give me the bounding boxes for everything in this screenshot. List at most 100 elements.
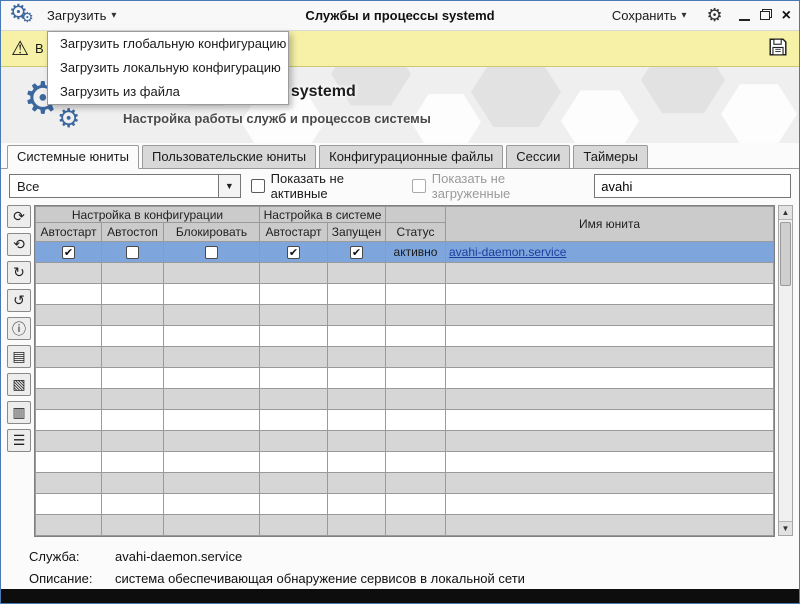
chevron-down-icon: ▾	[111, 10, 116, 21]
side-toolbar: ⟳ ⟲ ↻ ↺ ⓘ ▤ ▧ ▥ ☰	[7, 205, 31, 452]
table-row-empty	[36, 389, 774, 410]
column-header-block[interactable]: Блокировать	[164, 223, 260, 242]
table-row-empty	[36, 347, 774, 368]
tab-sessions[interactable]: Сессии	[506, 145, 570, 169]
checkbox-icon[interactable]: ✔	[62, 246, 75, 259]
group-header-system[interactable]: Настройка в системе	[260, 207, 386, 223]
undo-icon: ↺	[13, 292, 25, 309]
scroll-up-icon[interactable]: ▲	[779, 206, 792, 220]
checkbox-icon[interactable]	[412, 179, 426, 193]
menu-item-load-global[interactable]: Загрузить глобальную конфигурацию	[48, 32, 288, 56]
refresh-icon: ⟳	[13, 208, 25, 225]
vertical-scrollbar[interactable]: ▲ ▼	[778, 205, 793, 536]
checkbox-icon[interactable]	[205, 246, 218, 259]
file-icon: ▤	[12, 348, 25, 365]
info-icon: ⓘ	[12, 319, 26, 339]
table-row-empty	[36, 515, 774, 536]
tab-system-units[interactable]: Системные юниты	[7, 145, 139, 169]
window-controls: ×	[739, 10, 791, 21]
filter-combobox[interactable]: Все ▼	[9, 174, 241, 198]
search-input[interactable]	[594, 174, 791, 198]
unit-link[interactable]: avahi-daemon.service	[449, 245, 566, 259]
column-header-autostart-config[interactable]: Автостарт	[36, 223, 102, 242]
reload-service-button[interactable]: ⟲	[7, 233, 31, 256]
column-header-unit-name[interactable]: Имя юнита	[446, 207, 774, 242]
combobox-value: Все	[10, 179, 218, 194]
description-value: система обеспечивающая обнаружение серви…	[115, 571, 525, 586]
journal-button[interactable]: ▥	[7, 401, 31, 424]
description-row: Описание: система обеспечивающая обнаруж…	[29, 571, 799, 586]
show-unloaded-label: Показать не загруженные	[432, 171, 585, 201]
maximize-button[interactable]	[760, 11, 770, 20]
checkbox-icon[interactable]	[126, 246, 139, 259]
checkbox-icon[interactable]	[251, 179, 265, 193]
hexagon-decoration	[721, 81, 797, 143]
load-menu-label: Загрузить	[47, 8, 106, 23]
scroll-down-icon[interactable]: ▼	[779, 521, 792, 535]
table-row-empty	[36, 368, 774, 389]
warning-text: В	[35, 41, 44, 56]
save-menu-button[interactable]: Сохранить ▾	[604, 5, 695, 26]
checkbox-icon[interactable]: ✔	[287, 246, 300, 259]
config-file-button[interactable]: ▧	[7, 373, 31, 396]
load-dropdown-menu: Загрузить глобальную конфигурацию Загруз…	[47, 31, 289, 105]
block-cell[interactable]	[164, 242, 260, 263]
tab-config-files[interactable]: Конфигурационные файлы	[319, 145, 503, 169]
app-window: ⚙ ⚙ Загрузить ▾ Службы и процессы system…	[0, 0, 800, 604]
service-value: avahi-daemon.service	[115, 549, 242, 564]
journal-icon: ▥	[12, 404, 25, 421]
table-row-empty	[36, 410, 774, 431]
table-row-empty	[36, 431, 774, 452]
info-button[interactable]: ⓘ	[7, 317, 31, 340]
main-area: ⟳ ⟲ ↻ ↺ ⓘ ▤ ▧ ▥ ☰ Настройка в конфигурац…	[1, 203, 799, 541]
table-row-avahi[interactable]: ✔ ✔ ✔ активно avahi-daemon.service	[36, 242, 774, 263]
checkbox-icon[interactable]: ✔	[350, 246, 363, 259]
menu-item-load-from-file[interactable]: Загрузить из файла	[48, 80, 288, 104]
hexagon-decoration	[641, 67, 725, 117]
save-menu-label: Сохранить	[612, 8, 677, 23]
column-header-status[interactable]: Статус	[386, 223, 446, 242]
banner-subtitle: Настройка работы служб и процессов систе…	[123, 111, 431, 126]
service-row: Служба: avahi-daemon.service	[29, 549, 799, 564]
settings-gear-icon[interactable]: ⚙	[707, 5, 723, 26]
undo-button[interactable]: ↺	[7, 289, 31, 312]
redo-button[interactable]: ↻	[7, 261, 31, 284]
table-row-empty	[36, 452, 774, 473]
hexagon-decoration	[561, 87, 639, 143]
group-header-config[interactable]: Настройка в конфигурации	[36, 207, 260, 223]
tab-user-units[interactable]: Пользовательские юниты	[142, 145, 316, 169]
load-menu-button[interactable]: Загрузить ▾	[39, 5, 124, 26]
running-cell[interactable]: ✔	[328, 242, 386, 263]
autostart-config-cell[interactable]: ✔	[36, 242, 102, 263]
autostop-cell[interactable]	[102, 242, 164, 263]
app-gears-icon: ⚙ ⚙	[9, 3, 39, 29]
column-header-autostop[interactable]: Автостоп	[102, 223, 164, 242]
table-row-empty	[36, 326, 774, 347]
list-button[interactable]: ☰	[7, 429, 31, 452]
table-row-empty	[36, 494, 774, 515]
reload-icon: ⟲	[13, 236, 25, 253]
show-unloaded-checkbox[interactable]: Показать не загруженные	[412, 171, 584, 201]
combobox-arrow-icon[interactable]: ▼	[218, 175, 240, 197]
scrollbar-thumb[interactable]	[780, 222, 791, 286]
file-button[interactable]: ▤	[7, 345, 31, 368]
minimize-button[interactable]	[739, 10, 750, 21]
list-icon: ☰	[13, 432, 26, 449]
group-header-empty	[386, 207, 446, 223]
column-header-running[interactable]: Запущен	[328, 223, 386, 242]
close-button[interactable]: ×	[782, 10, 791, 21]
unit-name-cell: avahi-daemon.service	[446, 242, 774, 263]
service-label: Служба:	[29, 549, 115, 564]
refresh-button[interactable]: ⟳	[7, 205, 31, 228]
save-floppy-icon[interactable]	[767, 36, 789, 61]
column-header-autostart-system[interactable]: Автостарт	[260, 223, 328, 242]
units-table: Настройка в конфигурации Настройка в сис…	[34, 205, 775, 537]
redo-icon: ↻	[13, 264, 25, 281]
gear-icon: ⚙	[21, 9, 34, 26]
menu-item-load-local[interactable]: Загрузить локальную конфигурацию	[48, 56, 288, 80]
filter-row: Все ▼ Показать не активные Показать не з…	[1, 169, 799, 203]
chevron-down-icon: ▾	[681, 10, 686, 21]
tab-timers[interactable]: Таймеры	[573, 145, 648, 169]
show-inactive-checkbox[interactable]: Показать не активные	[251, 171, 402, 201]
autostart-system-cell[interactable]: ✔	[260, 242, 328, 263]
